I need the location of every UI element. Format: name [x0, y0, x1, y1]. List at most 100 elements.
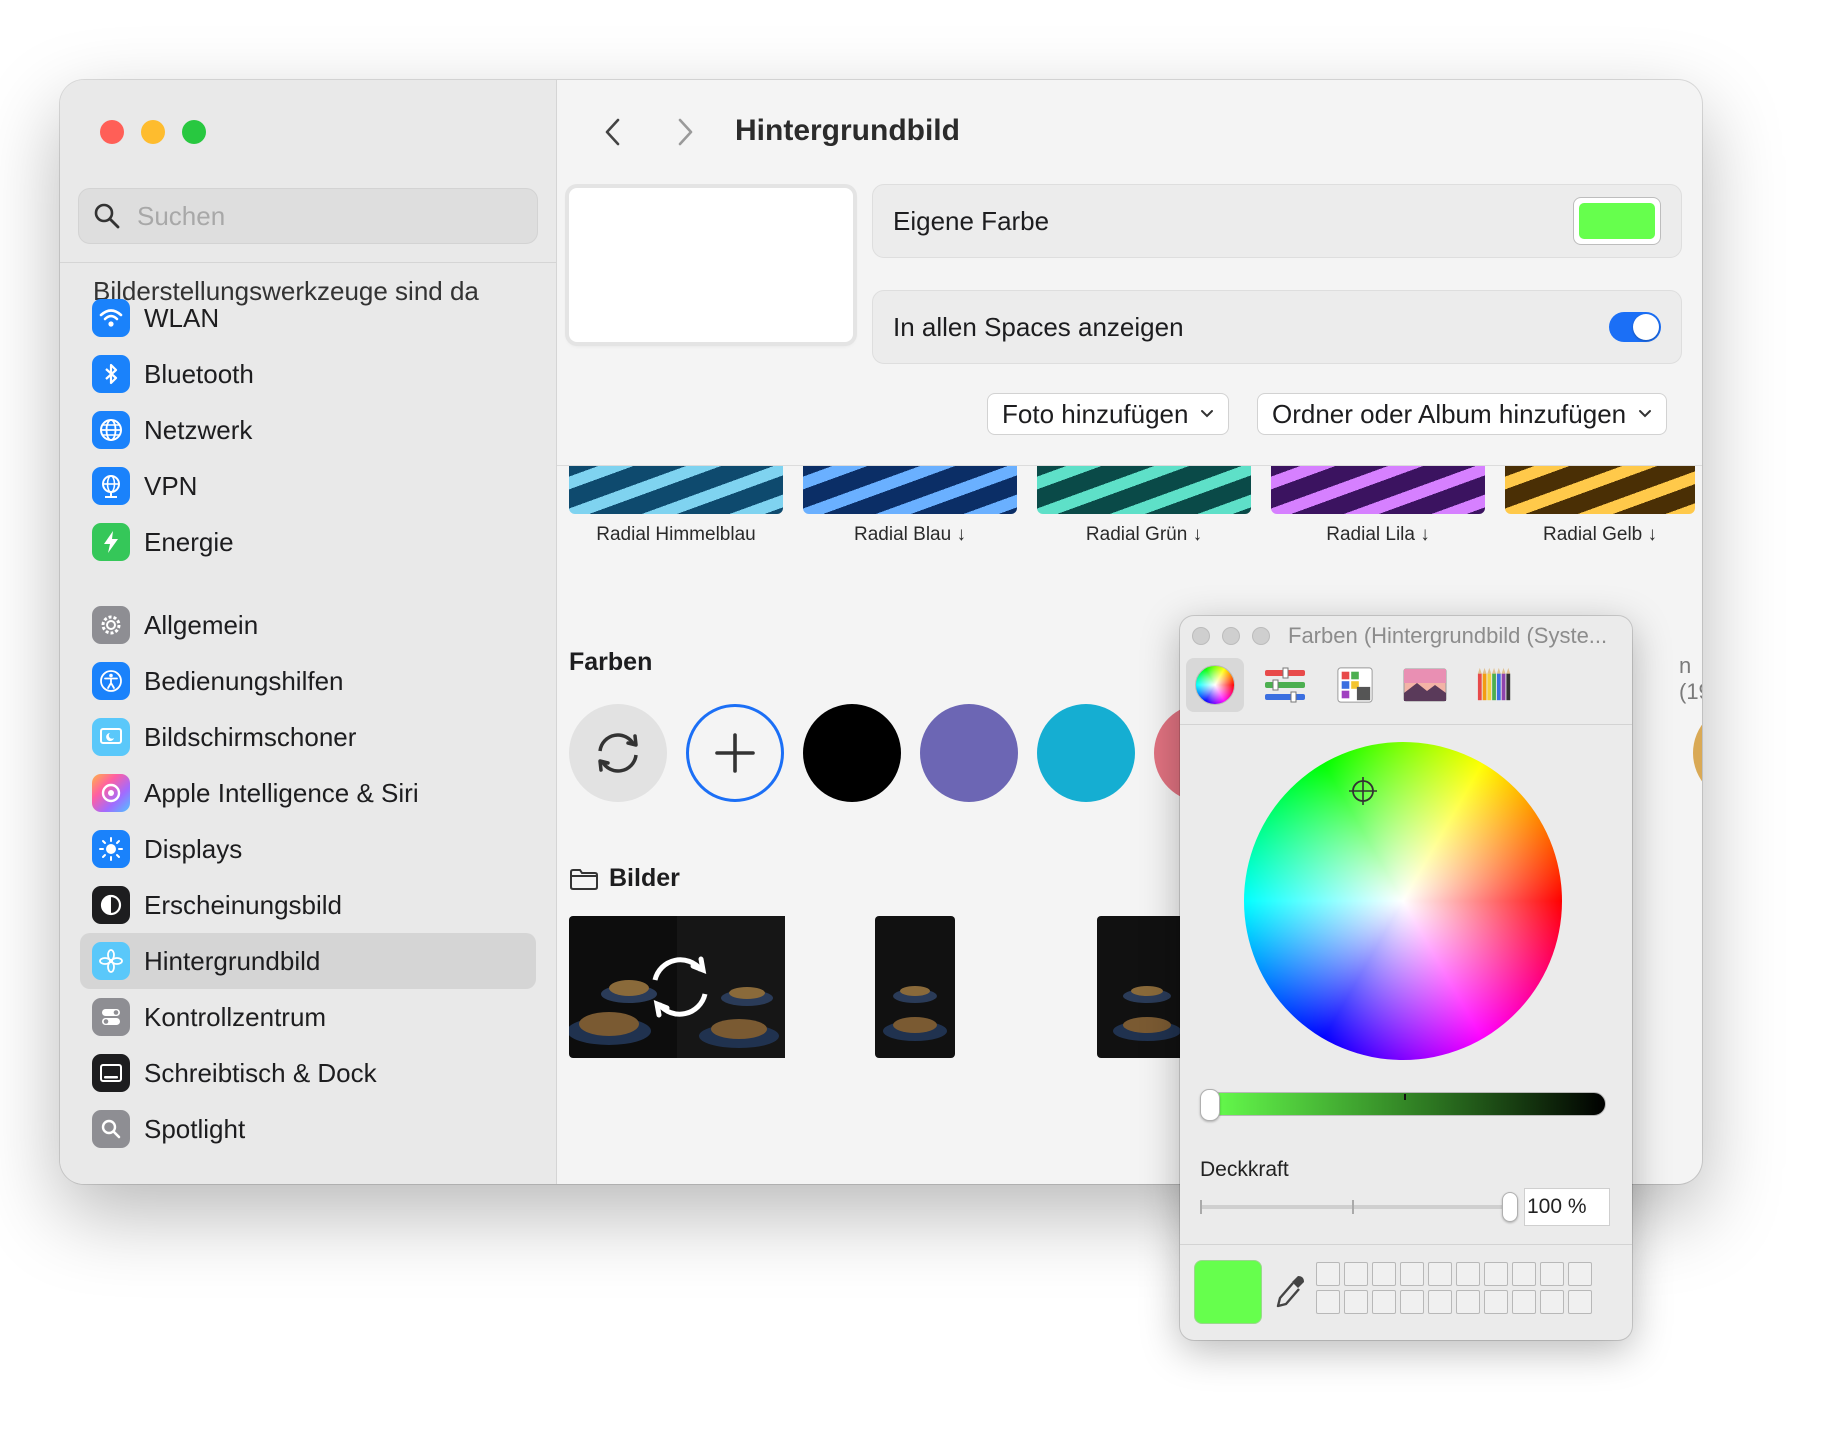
swatch-slot[interactable] [1428, 1290, 1452, 1314]
color-sliders-tab[interactable] [1256, 658, 1314, 712]
wallpaper-thumb-gelb[interactable]: Radial Gelb ↓ [1505, 466, 1695, 546]
wallpaper-thumb-gruen[interactable]: Radial Grün ↓ [1037, 466, 1251, 546]
add-photo-label: Foto hinzufügen [1002, 398, 1189, 429]
sidebar-item-apple-intelligence-siri[interactable]: Apple Intelligence & Siri [80, 765, 536, 821]
custom-color-well[interactable] [1573, 197, 1661, 245]
swatch-slot[interactable] [1456, 1290, 1480, 1314]
sidebar-item-label: Bildschirmschoner [144, 721, 357, 752]
swatch-slot[interactable] [1540, 1290, 1564, 1314]
panel-zoom-button[interactable] [1252, 627, 1270, 645]
swatch-slot[interactable] [1400, 1262, 1424, 1286]
add-color-button[interactable] [686, 704, 784, 802]
photo-thumb-dark[interactable] [1097, 916, 1187, 1058]
photo-thumb-portrait[interactable] [875, 916, 955, 1058]
wallpaper-caption: Radial Gelb ↓ [1542, 524, 1658, 545]
sidebar: Bilderstellungswerkzeuge sind da WLAN Bl… [60, 80, 557, 1184]
chevron-down-icon [1639, 410, 1652, 418]
wallpaper-thumb-lila[interactable]: Radial Lila ↓ [1271, 466, 1485, 546]
sidebar-item-bluetooth[interactable]: Bluetooth [80, 346, 536, 402]
panel-close-button[interactable] [1192, 627, 1210, 645]
back-button[interactable] [593, 112, 633, 152]
panel-divider [1180, 1244, 1632, 1245]
color-panel-title: Farben (Hintergrundbild (Syste... [1288, 623, 1608, 648]
wallpaper-thumb-himmelblau[interactable]: Radial Himmelblau [569, 466, 783, 546]
panel-minimize-button[interactable] [1222, 627, 1240, 645]
sidebar-item-erscheinungsbild[interactable]: Erscheinungsbild [80, 877, 536, 933]
sidebar-item-displays[interactable]: Displays [80, 821, 536, 877]
wallpaper-image [569, 466, 783, 514]
sidebar-item-kontrollzentrum[interactable]: Kontrollzentrum [80, 989, 536, 1045]
color-wheel-icon [1195, 665, 1235, 705]
vpn-globe-icon [92, 467, 130, 505]
wallpaper-thumb-blau[interactable]: Radial Blau ↓ [803, 466, 1017, 546]
swatch-slot[interactable] [1512, 1290, 1536, 1314]
siri-icon [92, 774, 130, 812]
swatch-slot[interactable] [1316, 1290, 1340, 1314]
add-folder-dropdown[interactable]: Ordner oder Album hinzufügen [1257, 393, 1668, 435]
color-swatch-gold[interactable] [1693, 704, 1702, 802]
swatch-slot[interactable] [1400, 1290, 1424, 1314]
brightness-slider-marker [1404, 1094, 1406, 1100]
sidebar-item-wlan[interactable]: WLAN [80, 290, 536, 346]
opacity-label: Deckkraft [1200, 1158, 1289, 1181]
color-palettes-tab[interactable] [1326, 658, 1384, 712]
swatch-slot[interactable] [1428, 1262, 1452, 1286]
sidebar-item-spotlight[interactable]: Spotlight [80, 1101, 536, 1157]
close-button[interactable] [100, 120, 124, 144]
swatch-slot[interactable] [1316, 1262, 1340, 1286]
zoom-button[interactable] [182, 120, 206, 144]
sidebar-item-vpn[interactable]: VPN [80, 458, 536, 514]
color-swatch-cyan[interactable] [1037, 704, 1135, 802]
brightness-slider-knob[interactable] [1200, 1089, 1220, 1121]
swatch-slot[interactable] [1512, 1262, 1536, 1286]
sidebar-item-hintergrundbild[interactable]: Hintergrundbild [80, 933, 536, 989]
sidebar-item-bildschirmschoner[interactable]: Bildschirmschoner [80, 709, 536, 765]
sidebar-item-energie[interactable]: Energie [80, 514, 536, 570]
swatch-slot[interactable] [1484, 1290, 1508, 1314]
color-panel-titlebar: Farben (Hintergrundbild (Syste... [1180, 616, 1632, 656]
sidebar-item-allgemein[interactable]: Allgemein [80, 597, 536, 653]
colors-count[interactable]: n (19) [1679, 653, 1702, 705]
sidebar-divider [60, 262, 556, 263]
minimize-button[interactable] [141, 120, 165, 144]
sidebar-item-netzwerk[interactable]: Netzwerk [80, 402, 536, 458]
add-photo-dropdown[interactable]: Foto hinzufügen [987, 393, 1230, 435]
search-input[interactable] [135, 199, 499, 233]
color-swatch-purple[interactable] [920, 704, 1018, 802]
opacity-value-field[interactable] [1524, 1188, 1610, 1226]
search-field[interactable] [78, 188, 538, 244]
swatch-slot[interactable] [1372, 1290, 1396, 1314]
photo-image [875, 916, 955, 1058]
colors-heading: Farben [569, 648, 653, 676]
swatch-slot[interactable] [1344, 1290, 1368, 1314]
brightness-slider[interactable] [1206, 1092, 1606, 1116]
color-wheel[interactable] [1244, 742, 1562, 1060]
current-color-swatch[interactable] [1194, 1260, 1262, 1324]
eyedropper-icon[interactable] [1272, 1272, 1308, 1312]
pencils-tab[interactable] [1466, 658, 1524, 712]
custom-color-row: Eigene Farbe [872, 184, 1682, 258]
wallpaper-preview [569, 188, 853, 342]
swatch-slot[interactable] [1344, 1262, 1368, 1286]
pictures-label: Bilder [609, 864, 680, 892]
shuffle-colors-button[interactable] [569, 704, 667, 802]
image-palettes-tab[interactable] [1396, 658, 1454, 712]
all-spaces-toggle[interactable] [1609, 312, 1661, 342]
swatch-slot[interactable] [1456, 1262, 1480, 1286]
chevron-right-icon [678, 118, 693, 146]
forward-button[interactable] [665, 112, 705, 152]
swatch-slot[interactable] [1540, 1262, 1564, 1286]
photo-thumb-shuffle[interactable] [567, 916, 785, 1058]
sidebar-item-schreibtisch-dock[interactable]: Schreibtisch & Dock [80, 1045, 536, 1101]
swatch-slot[interactable] [1568, 1262, 1592, 1286]
image-palette-icon [1403, 668, 1447, 702]
page-title: Hintergrundbild [735, 114, 960, 147]
sidebar-item-bedienungshilfen[interactable]: Bedienungshilfen [80, 653, 536, 709]
swatch-slot[interactable] [1372, 1262, 1396, 1286]
color-swatch-black[interactable] [803, 704, 901, 802]
swatch-slot[interactable] [1568, 1290, 1592, 1314]
wheel-crosshair-icon[interactable] [1348, 776, 1378, 806]
color-wheel-tab[interactable] [1186, 658, 1244, 712]
opacity-slider-knob[interactable] [1502, 1192, 1518, 1222]
swatch-slot[interactable] [1484, 1262, 1508, 1286]
